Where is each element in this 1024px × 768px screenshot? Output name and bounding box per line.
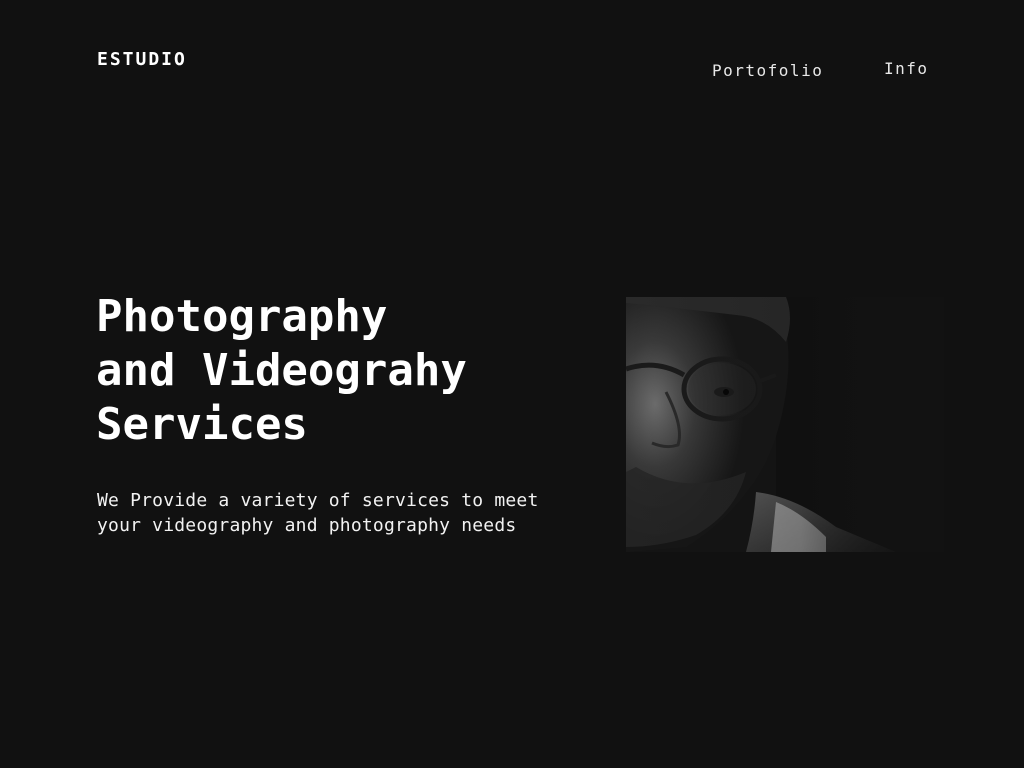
main-nav: Portofolio Info	[0, 59, 1024, 81]
hero-title-line: Services	[96, 399, 308, 450]
hero-title-line: Photography	[96, 291, 388, 342]
portrait-photo	[626, 297, 944, 552]
nav-link-info[interactable]: Info	[884, 59, 929, 79]
hero-subtitle-line: We Provide a variety of services to meet	[97, 490, 539, 511]
hero-title: Photography and Videograhy Services	[96, 290, 596, 452]
hero-subtitle-line: your videography and photography needs	[97, 515, 517, 536]
hero-title-line: and Videograhy	[96, 345, 467, 396]
hero-subtitle: We Provide a variety of services to meet…	[97, 488, 607, 538]
nav-link-portfolio[interactable]: Portofolio	[712, 61, 823, 81]
